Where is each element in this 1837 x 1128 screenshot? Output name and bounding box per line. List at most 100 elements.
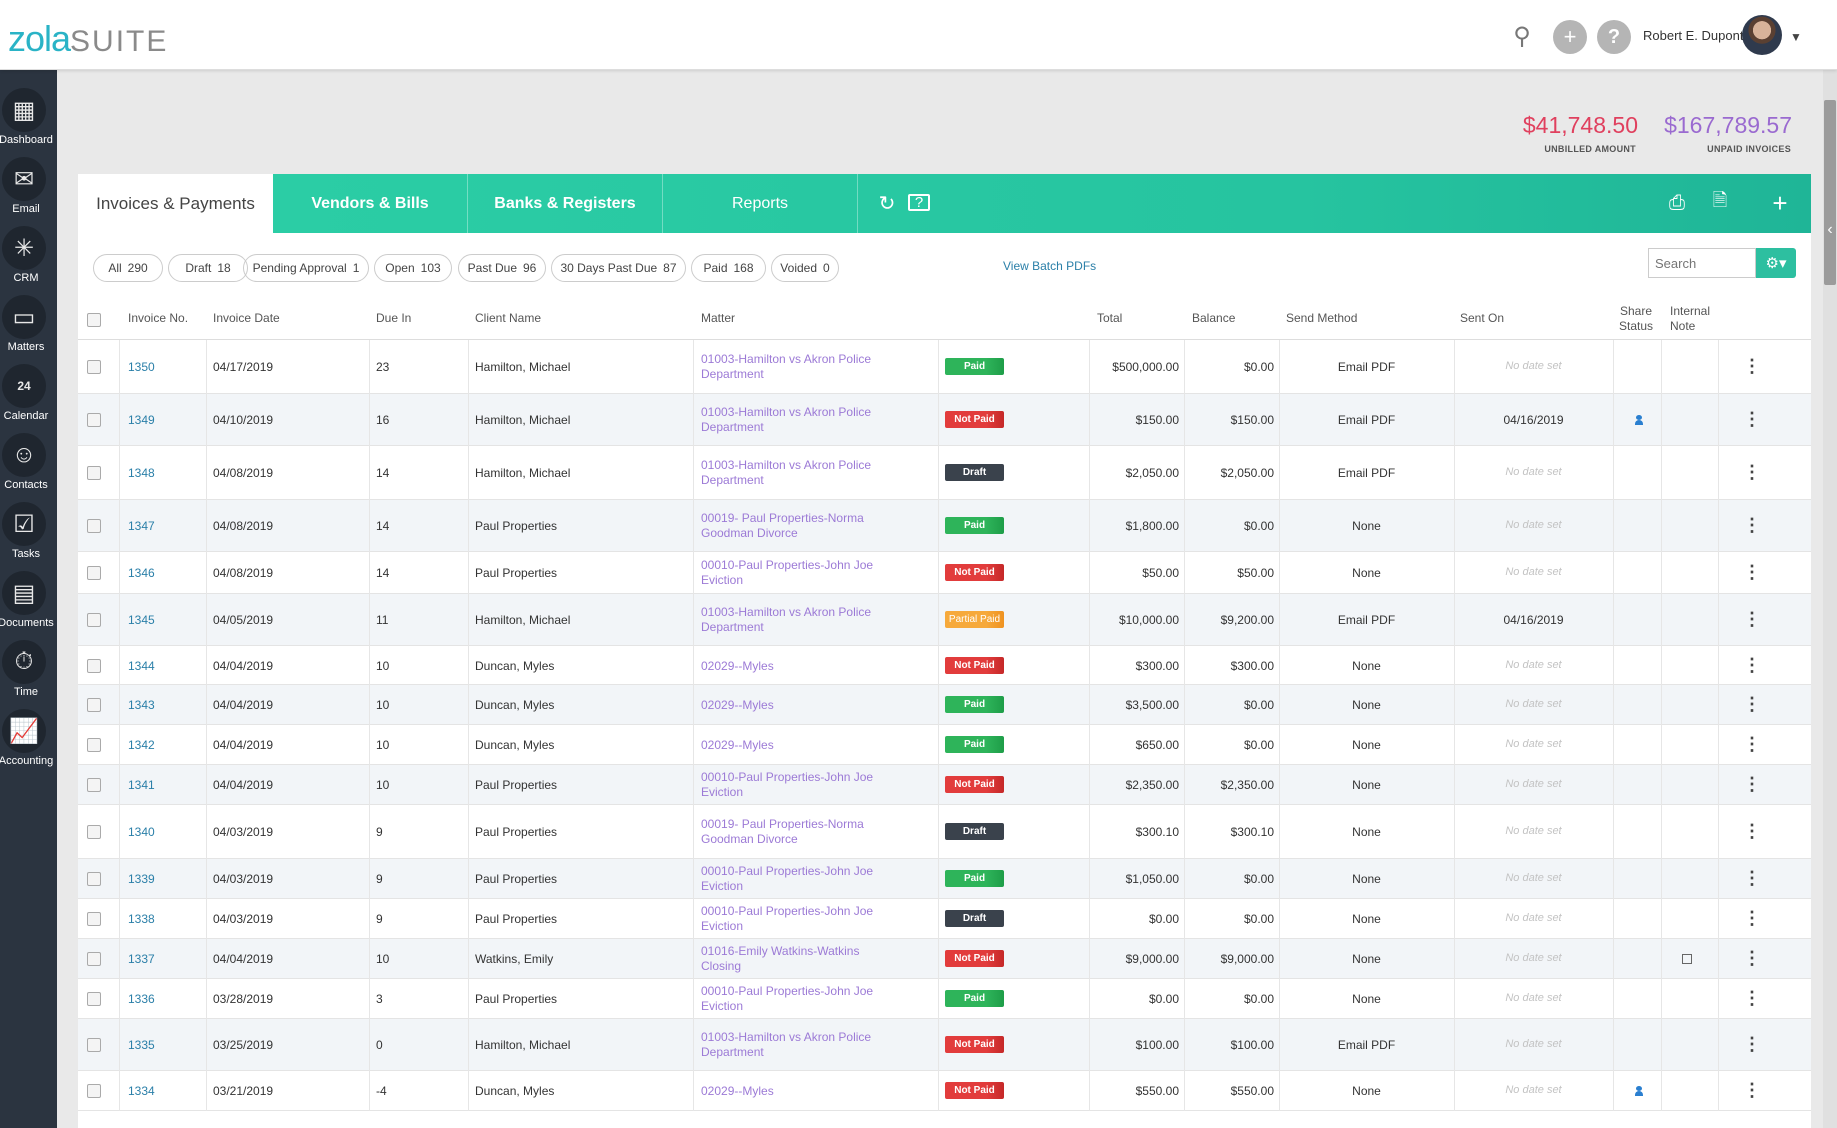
- tab-reports[interactable]: Reports: [663, 174, 858, 233]
- add-invoice-icon[interactable]: +: [1768, 188, 1792, 218]
- shared-user-icon[interactable]: [1635, 1086, 1643, 1096]
- table-row[interactable]: 1335 03/25/2019 0 Hamilton, Michael 01003-Ha…: [78, 1019, 1811, 1071]
- table-row[interactable]: 1347 04/08/2019 14 Paul Properties 00019- Pa…: [78, 500, 1811, 552]
- col-balance[interactable]: Balance: [1192, 311, 1235, 326]
- search-icon[interactable]: ⚲: [1508, 22, 1536, 50]
- row-menu-icon[interactable]: ⋮: [1743, 694, 1761, 715]
- table-row[interactable]: 1334 03/21/2019 -4 Duncan, Myles 02029--Myle…: [78, 1071, 1811, 1111]
- col-client-name[interactable]: Client Name: [475, 311, 541, 326]
- row-checkbox[interactable]: [87, 566, 101, 580]
- row-checkbox[interactable]: [87, 519, 101, 533]
- chevron-left-icon[interactable]: ‹: [1823, 210, 1837, 250]
- matter-link[interactable]: 02029--Myles: [701, 698, 891, 713]
- help-card-icon[interactable]: ?: [908, 194, 930, 211]
- row-checkbox[interactable]: [87, 613, 101, 627]
- row-menu-icon[interactable]: ⋮: [1743, 821, 1761, 842]
- row-checkbox[interactable]: [87, 360, 101, 374]
- row-menu-icon[interactable]: ⋮: [1743, 988, 1761, 1009]
- filter-draft[interactable]: Draft 18: [168, 254, 248, 282]
- sidebar-item-dashboard[interactable]: ▦ Dashboard: [0, 84, 57, 153]
- refresh-icon[interactable]: ↻: [875, 191, 899, 215]
- row-checkbox[interactable]: [87, 658, 101, 673]
- col-invoice-no[interactable]: Invoice No.: [128, 311, 188, 326]
- col-send-method[interactable]: Send Method: [1286, 311, 1357, 326]
- invoice-number-link[interactable]: 1346: [128, 566, 155, 580]
- table-row[interactable]: 1340 04/03/2019 9 Paul Properties 00019- Pau…: [78, 805, 1811, 859]
- matter-link[interactable]: 00019- Paul Properties-Norma Goodman Div…: [701, 511, 891, 541]
- invoice-number-link[interactable]: 1349: [128, 413, 155, 427]
- matter-link[interactable]: 01003-Hamilton vs Akron Police Departmen…: [701, 405, 891, 435]
- col-matter[interactable]: Matter: [701, 311, 735, 326]
- matter-link[interactable]: 00010-Paul Properties-John Joe Eviction: [701, 904, 891, 934]
- table-row[interactable]: 1337 04/04/2019 10 Watkins, Emily 01016-Emil…: [78, 939, 1811, 979]
- row-menu-icon[interactable]: ⋮: [1743, 908, 1761, 929]
- row-menu-icon[interactable]: ⋮: [1743, 609, 1761, 630]
- col-due-in[interactable]: Due In: [376, 311, 411, 326]
- matter-link[interactable]: 02029--Myles: [701, 738, 891, 753]
- view-batch-pdfs-link[interactable]: View Batch PDFs: [1003, 259, 1096, 273]
- tab-banks-registers[interactable]: Banks & Registers: [468, 174, 663, 233]
- invoice-number-link[interactable]: 1335: [128, 1038, 155, 1052]
- row-menu-icon[interactable]: ⋮: [1743, 462, 1761, 483]
- sidebar-item-contacts[interactable]: ☺ Contacts: [0, 429, 57, 498]
- col-invoice-date[interactable]: Invoice Date: [213, 311, 280, 326]
- row-checkbox[interactable]: [87, 778, 101, 792]
- row-checkbox[interactable]: [87, 1084, 101, 1098]
- row-checkbox[interactable]: [87, 992, 101, 1006]
- row-menu-icon[interactable]: ⋮: [1743, 515, 1761, 536]
- table-row[interactable]: 1349 04/10/2019 16 Hamilton, Michael 01003-H…: [78, 394, 1811, 446]
- row-checkbox[interactable]: [87, 952, 101, 966]
- filter-voided[interactable]: Voided 0: [771, 254, 839, 282]
- matter-link[interactable]: 02029--Myles: [701, 1084, 891, 1099]
- select-all-checkbox[interactable]: [87, 313, 101, 327]
- invoice-number-link[interactable]: 1336: [128, 992, 155, 1006]
- tab-invoices-payments[interactable]: Invoices & Payments: [78, 174, 273, 233]
- invoice-number-link[interactable]: 1342: [128, 738, 155, 752]
- matter-link[interactable]: 00010-Paul Properties-John Joe Eviction: [701, 864, 891, 894]
- add-icon[interactable]: +: [1553, 20, 1587, 54]
- shared-user-icon[interactable]: [1635, 415, 1643, 425]
- col-share-status[interactable]: Share Status: [1619, 304, 1653, 334]
- export-icon[interactable]: 🗎: [1708, 190, 1732, 215]
- table-row[interactable]: 1341 04/04/2019 10 Paul Properties 00010-Pau…: [78, 765, 1811, 805]
- sidebar-item-crm[interactable]: ✳ CRM: [0, 222, 57, 291]
- matter-link[interactable]: 01003-Hamilton vs Akron Police Departmen…: [701, 458, 891, 488]
- user-name[interactable]: Robert E. Dupont: [1643, 28, 1743, 43]
- sidebar-item-documents[interactable]: ▤ Documents: [0, 567, 57, 636]
- table-row[interactable]: 1344 04/04/2019 10 Duncan, Myles 02029--Myle…: [78, 646, 1811, 685]
- invoice-number-link[interactable]: 1347: [128, 519, 155, 533]
- filter-past-due[interactable]: Past Due 96: [458, 254, 546, 282]
- col-total[interactable]: Total: [1097, 311, 1122, 326]
- row-checkbox[interactable]: [87, 413, 101, 427]
- row-menu-icon[interactable]: ⋮: [1743, 734, 1761, 755]
- matter-link[interactable]: 01016-Emily Watkins-Watkins Closing: [701, 944, 891, 974]
- sidebar-item-time[interactable]: ⏱ Time: [0, 636, 57, 705]
- table-row[interactable]: 1346 04/08/2019 14 Paul Properties 00010-Pau…: [78, 552, 1811, 594]
- filter-open[interactable]: Open 103: [374, 254, 452, 282]
- chevron-down-icon[interactable]: ▼: [1790, 30, 1802, 44]
- invoice-number-link[interactable]: 1338: [128, 912, 155, 926]
- help-icon[interactable]: ?: [1597, 20, 1631, 54]
- row-menu-icon[interactable]: ⋮: [1743, 356, 1761, 377]
- matter-link[interactable]: 01003-Hamilton vs Akron Police Departmen…: [701, 352, 891, 382]
- table-row[interactable]: 1339 04/03/2019 9 Paul Properties 00010-Paul…: [78, 859, 1811, 899]
- row-menu-icon[interactable]: ⋮: [1743, 409, 1761, 430]
- row-menu-icon[interactable]: ⋮: [1743, 562, 1761, 583]
- row-checkbox[interactable]: [87, 912, 101, 926]
- avatar[interactable]: [1742, 15, 1782, 55]
- row-checkbox[interactable]: [87, 466, 101, 480]
- sidebar-item-tasks[interactable]: ☑ Tasks: [0, 498, 57, 567]
- table-row[interactable]: 1342 04/04/2019 10 Duncan, Myles 02029--Myle…: [78, 725, 1811, 765]
- filter-paid[interactable]: Paid 168: [691, 254, 766, 282]
- row-menu-icon[interactable]: ⋮: [1743, 948, 1761, 969]
- page-scrollbar[interactable]: ‹: [1823, 70, 1837, 1128]
- invoice-number-link[interactable]: 1348: [128, 466, 155, 480]
- matter-link[interactable]: 02029--Myles: [701, 659, 891, 674]
- matter-link[interactable]: 00010-Paul Properties-John Joe Eviction: [701, 558, 891, 588]
- settings-dropdown-button[interactable]: ⚙▾: [1756, 248, 1796, 278]
- matter-link[interactable]: 00010-Paul Properties-John Joe Eviction: [701, 770, 891, 800]
- row-checkbox[interactable]: [87, 698, 101, 712]
- row-menu-icon[interactable]: ⋮: [1743, 868, 1761, 889]
- sidebar-item-email[interactable]: ✉ Email: [0, 153, 57, 222]
- row-checkbox[interactable]: [87, 1038, 101, 1052]
